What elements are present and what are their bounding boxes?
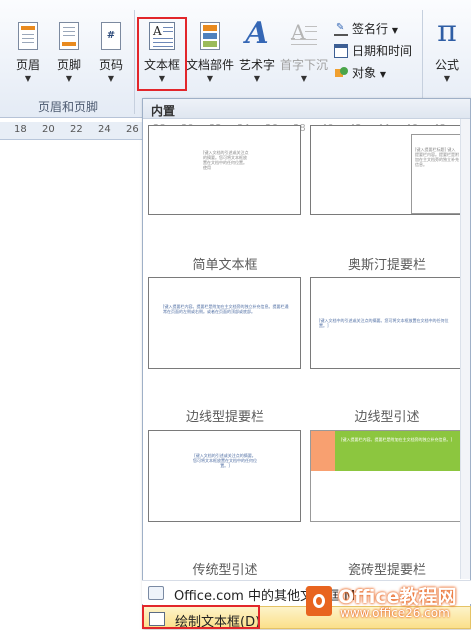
signature-line-button[interactable]: ✎ 签名行 ▼	[334, 20, 398, 37]
textbox-highlight	[137, 17, 187, 91]
gallery-label: 传统型引述	[192, 563, 258, 578]
equation-label: 公式	[434, 58, 459, 72]
wordart-label: 艺术字	[238, 58, 275, 72]
chevron-down-icon: ▼	[107, 74, 115, 83]
wordart-button[interactable]: A 艺术字 ▼	[236, 0, 278, 96]
object-icon	[334, 66, 348, 80]
equation-button[interactable]: π 公式 ▼	[426, 0, 468, 96]
office-online-icon	[148, 586, 164, 600]
object-button[interactable]: 对象 ▼	[334, 64, 386, 81]
page-number-icon: #	[101, 22, 121, 50]
dropcap-button[interactable]: A 首字下沉 ▼	[280, 0, 328, 96]
quick-parts-label: 文档部件	[186, 58, 235, 72]
gallery-label: 边线型提要栏	[185, 410, 264, 425]
ruler-tick: 22	[70, 124, 83, 135]
ruler-tick: 26	[126, 124, 139, 135]
chevron-down-icon: ▼	[206, 74, 214, 83]
textbox-gallery: 内置 28 30 32 34 36 38 40 42 44 46 48 [键入文…	[142, 98, 471, 629]
ruler-tick: 24	[98, 124, 111, 135]
office-logo-icon	[306, 586, 332, 616]
footer-label: 页脚	[56, 58, 81, 72]
gallery-item-tile-sidebar[interactable]: [键入提要栏内容。提要栏是附加在主文档旁的独立补充信息。]	[310, 430, 463, 522]
gallery-item-sideline-sidebar[interactable]: [键入提要栏内容。提要栏是附加在主文档旁的独立补充信息。提要栏通常在页面的左侧或…	[148, 277, 301, 369]
quick-parts-icon	[200, 22, 220, 50]
dropcap-label: 首字下沉	[280, 58, 329, 72]
wordart-icon: A	[245, 16, 269, 51]
dropcap-icon: A	[291, 20, 317, 50]
group-label-header-footer: 页眉和页脚	[38, 100, 99, 114]
gallery-scrollbar[interactable]	[460, 119, 470, 579]
divider	[134, 10, 135, 114]
gallery-label: 奥斯汀提要栏	[347, 258, 426, 273]
signature-icon: ✎	[334, 22, 348, 36]
gallery-label: 简单文本框	[192, 258, 258, 273]
chevron-down-icon: ▼	[253, 74, 261, 83]
chevron-down-icon: ▼	[65, 74, 73, 83]
watermark-url: www.office26.com	[340, 606, 450, 620]
chevron-down-icon: ▼	[300, 74, 308, 83]
document-page[interactable]	[0, 140, 142, 629]
header-label: 页眉	[15, 58, 40, 72]
watermark-brand: Office教程网	[338, 586, 457, 608]
date-time-button[interactable]: 日期和时间	[334, 42, 412, 59]
gallery-label: 边线型引述	[354, 410, 420, 425]
page-number-button[interactable]: # 页码 ▼	[91, 0, 131, 96]
ruler-tick: 20	[42, 124, 55, 135]
calendar-icon	[334, 44, 348, 58]
footer-button[interactable]: 页脚 ▼	[49, 0, 89, 96]
gallery-label: 瓷砖型提要栏	[347, 563, 426, 578]
gallery-item-simple-textbox[interactable]: [键入文档的引述或关注点的摘要。您可将文本框放置在文档中的任何位置。使用	[148, 125, 301, 215]
header-button[interactable]: 页眉 ▼	[8, 0, 48, 96]
pi-icon: π	[437, 14, 457, 49]
header-icon	[18, 22, 38, 50]
quick-parts-button[interactable]: 文档部件 ▼	[186, 0, 234, 96]
chevron-down-icon: ▼	[443, 74, 451, 83]
gallery-section-header: 内置	[143, 99, 470, 119]
horizontal-ruler: 18 20 22 24 26	[0, 122, 142, 140]
gallery-item-austin-sidebar[interactable]: [键入提要栏标题] 键入提要栏内容。提要栏是附加在主文档旁的独立补充信息。	[310, 125, 463, 215]
chevron-down-icon: ▼	[24, 74, 32, 83]
ruler-tick: 18	[14, 124, 27, 135]
page-number-label: 页码	[98, 58, 123, 72]
gallery-item-traditional-quote[interactable]: [键入文档的引述或关注点的摘要。您可将文本框放置在文档中的任何位置。]	[148, 430, 301, 522]
draw-textbox-highlight	[142, 605, 260, 629]
site-watermark: Office教程网 www.office26.com	[298, 578, 471, 626]
gallery-item-sideline-quote[interactable]: [键入文档中的引述或关注点的摘要。您可将文本框放置在文档中的任何位置。]	[310, 277, 463, 369]
footer-icon	[59, 22, 79, 50]
